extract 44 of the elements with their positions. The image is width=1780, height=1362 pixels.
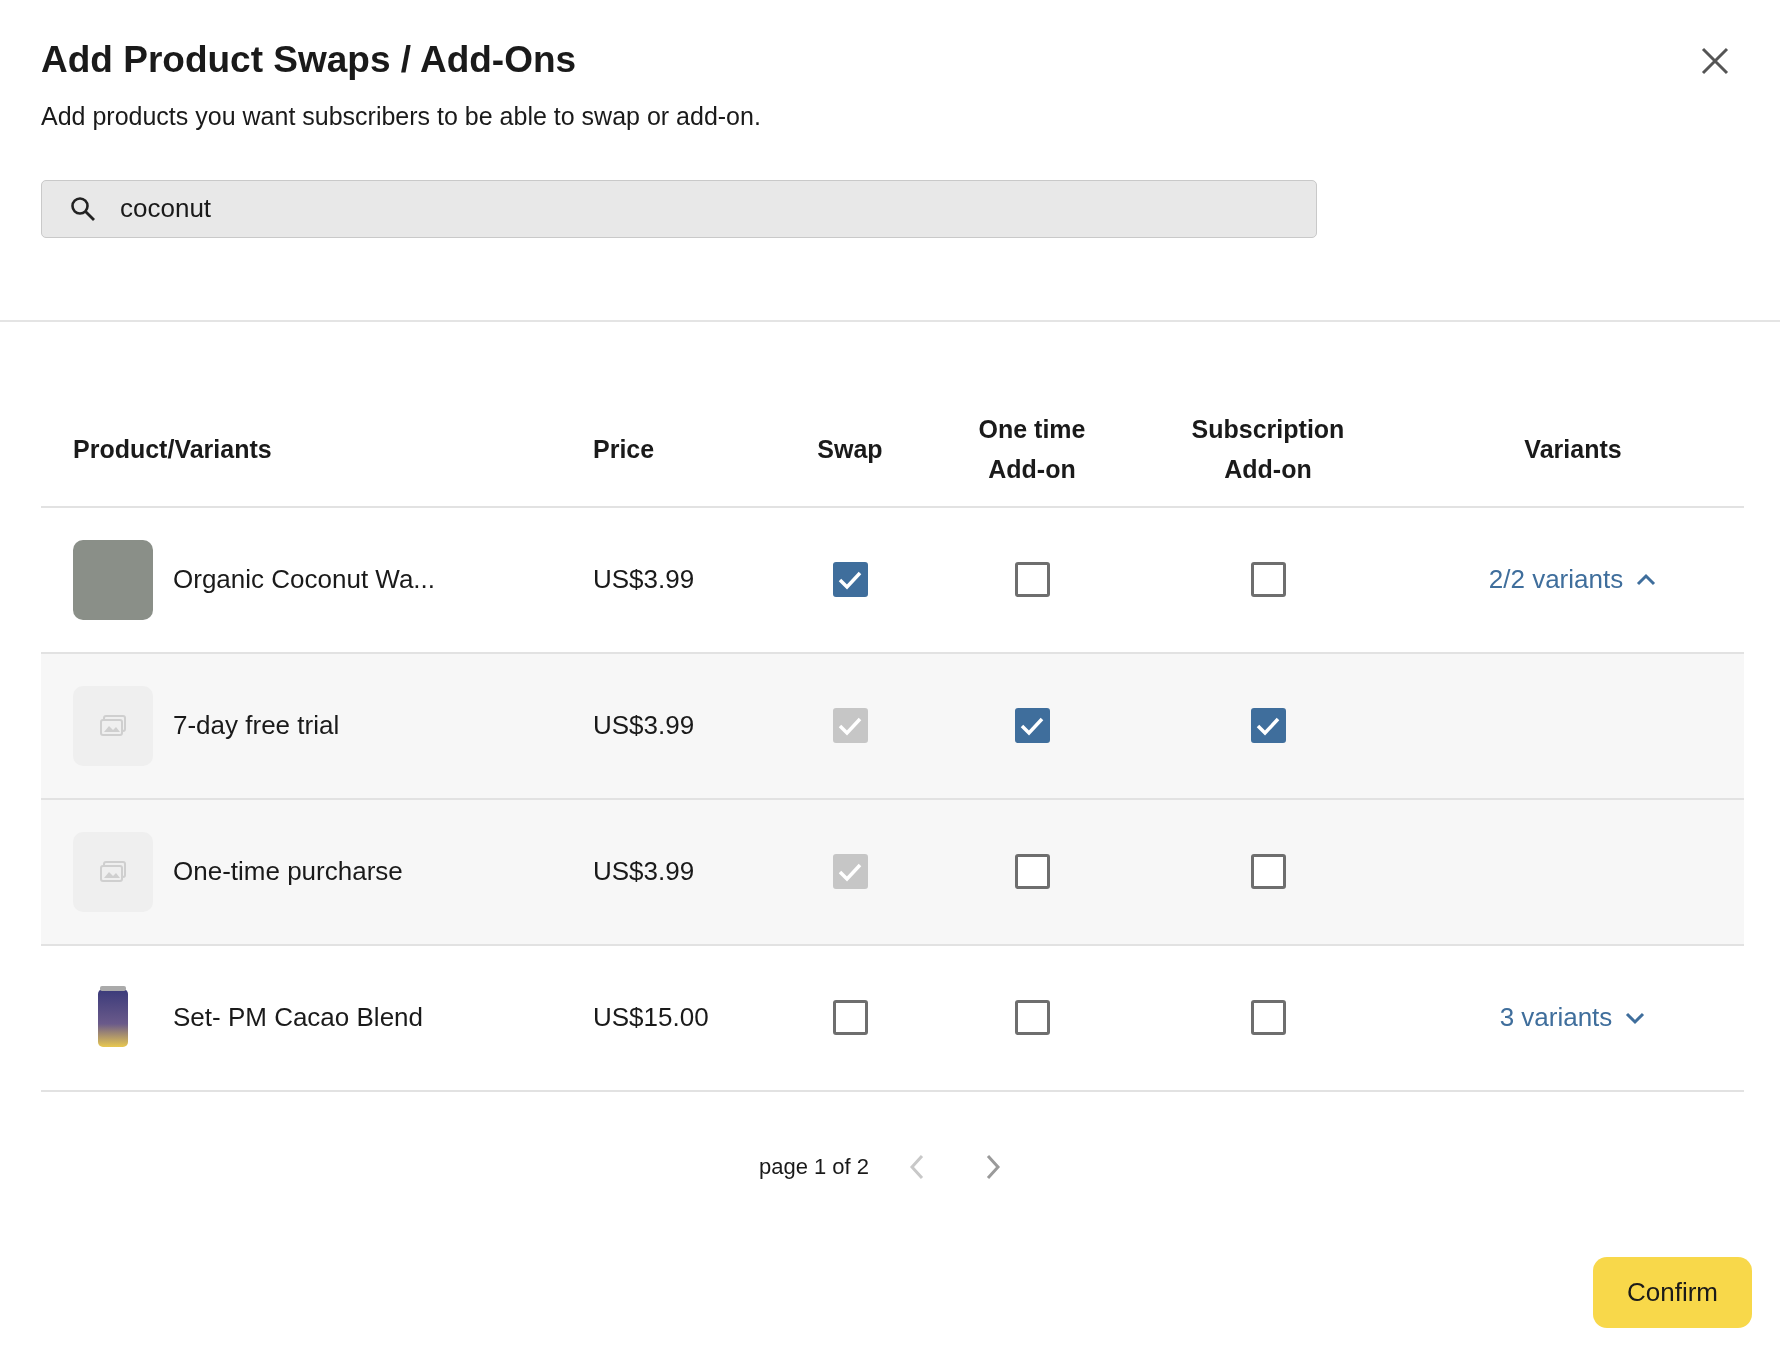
price: US$3.99 bbox=[593, 563, 696, 597]
product-name: One-time purcharse bbox=[173, 855, 403, 889]
checkbox[interactable] bbox=[832, 1000, 868, 1036]
chevron-icon bbox=[1635, 571, 1658, 588]
checkbox[interactable] bbox=[1014, 1000, 1050, 1036]
search-icon bbox=[70, 195, 96, 222]
price: US$15.00 bbox=[593, 1001, 710, 1035]
price: US$3.99 bbox=[593, 709, 696, 743]
chevron-right-icon bbox=[985, 1153, 1002, 1180]
dialog-title: Add Product Swaps / Add-Ons bbox=[41, 38, 577, 82]
confirm-button[interactable]: Confirm bbox=[1593, 1257, 1752, 1328]
dialog-subtitle: Add products you want subscribers to be able to swap or add-on. bbox=[41, 101, 762, 133]
checkbox[interactable] bbox=[832, 562, 868, 598]
checkbox[interactable] bbox=[1250, 708, 1286, 744]
close-icon bbox=[1700, 46, 1730, 76]
check-icon bbox=[838, 569, 862, 590]
column-header: Variants bbox=[1523, 433, 1623, 465]
check-icon bbox=[838, 861, 862, 882]
chevron-left-icon bbox=[909, 1153, 926, 1180]
search-field[interactable]: coconut bbox=[41, 179, 1317, 238]
variants-link[interactable]: 3 variants bbox=[1499, 998, 1647, 1038]
checkbox[interactable] bbox=[1250, 854, 1286, 890]
checkbox[interactable] bbox=[1014, 708, 1050, 744]
product-name: Set- PM Cacao Blend bbox=[173, 1001, 423, 1035]
checkbox[interactable] bbox=[1014, 562, 1050, 598]
checkbox[interactable] bbox=[1014, 854, 1050, 890]
search-input[interactable]: coconut bbox=[118, 188, 1288, 230]
product-name: 7-day free trial bbox=[173, 709, 340, 743]
page-indicator: page 1 of 2 bbox=[758, 1153, 870, 1182]
column-header: One time Add-on bbox=[977, 413, 1087, 485]
image-icon bbox=[99, 714, 127, 737]
image-icon bbox=[99, 860, 127, 883]
checkbox[interactable] bbox=[1250, 1000, 1286, 1036]
price: US$3.99 bbox=[593, 855, 696, 889]
check-icon bbox=[838, 715, 862, 736]
checkbox[interactable] bbox=[1250, 562, 1286, 598]
column-header: Product/Variants bbox=[73, 433, 273, 465]
column-header: Price bbox=[593, 433, 656, 465]
column-header: Subscription Add-on bbox=[1190, 413, 1346, 485]
column-header: Swap bbox=[816, 433, 884, 465]
product-name: Organic Coconut Wa... bbox=[173, 563, 436, 597]
check-icon bbox=[1020, 715, 1044, 736]
check-icon bbox=[1256, 715, 1280, 736]
variants-link[interactable]: 2/2 variants bbox=[1488, 560, 1658, 600]
